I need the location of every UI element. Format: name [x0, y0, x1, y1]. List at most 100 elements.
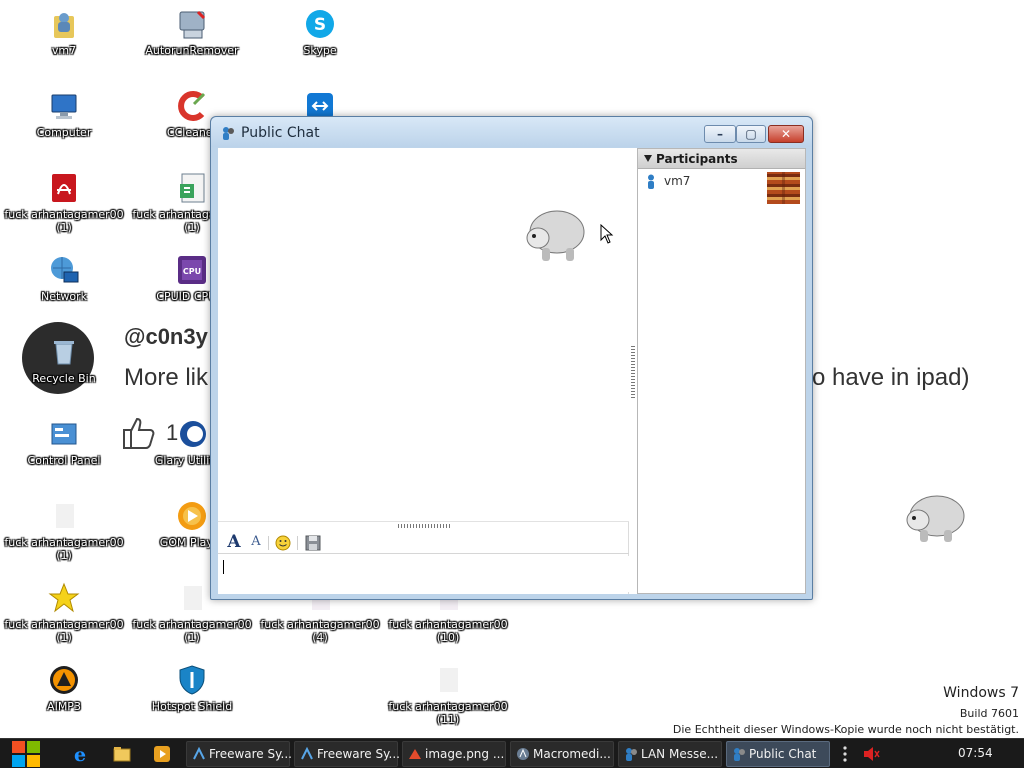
horizontal-splitter-handle[interactable]	[398, 524, 452, 528]
cpuz-icon: CPU	[176, 254, 208, 286]
desktop-icon-autorunremover[interactable]: AutorunRemover	[132, 8, 252, 57]
message-input[interactable]	[220, 556, 629, 592]
script-file-icon	[176, 172, 208, 204]
desktop-icon-vm7[interactable]: vm7	[4, 8, 124, 57]
mouse-cursor-icon	[600, 224, 614, 244]
desktop-icon-label: AIMP3	[47, 700, 81, 713]
font-color-button[interactable]: A	[246, 533, 266, 551]
dreamweaver-icon	[301, 747, 313, 760]
desktop-icon-aimp3[interactable]: AIMP3	[4, 664, 124, 713]
desktop-icon-file-1[interactable]: fuck arhantagamer00 (1)	[4, 172, 124, 234]
lan-messenger-icon	[223, 127, 234, 140]
image-icon	[409, 749, 421, 759]
user-status-icon	[648, 174, 654, 189]
toolbar-separator	[297, 536, 298, 550]
maximize-button[interactable]: ▢	[736, 125, 766, 143]
maximize-icon: ▢	[745, 127, 757, 141]
control-panel-icon	[48, 418, 80, 450]
participant-name: vm7	[664, 174, 691, 188]
svg-text:e: e	[74, 744, 86, 764]
start-button-windows-icon[interactable]	[8, 739, 44, 768]
aimp-icon	[48, 664, 80, 696]
file-explorer-icon[interactable]	[112, 744, 132, 764]
blank-file-icon	[432, 664, 464, 696]
desktop-icon-label: Hotspot Shield	[151, 700, 233, 713]
computer-icon	[48, 90, 80, 122]
blank-file-icon	[48, 500, 80, 532]
taskbar: e Freeware Sy... Freeware Sy... image.pn…	[0, 738, 1024, 768]
activation-notice-text: Die Echtheit dieser Windows-Kopie wurde …	[672, 723, 1019, 736]
font-button[interactable]: A	[224, 533, 244, 551]
lan-messenger-icon	[734, 748, 745, 761]
message-history[interactable]	[218, 148, 629, 522]
participant-item[interactable]: vm7	[638, 171, 805, 205]
window-client-area: A A Participants vm7	[218, 148, 806, 594]
desktop-icon-label: Computer	[36, 126, 92, 139]
desktop-icon-label: Recycle Bin	[32, 372, 96, 385]
macromedia-icon	[517, 748, 529, 760]
bear-mascot-icon	[906, 495, 965, 542]
skype-icon: S	[304, 8, 336, 40]
desktop-icon-label: fuck arhantagamer00 (11)	[388, 700, 508, 726]
network-icon	[48, 254, 80, 286]
taskbar-button-image[interactable]: image.png ...	[402, 741, 506, 767]
taskbar-clock[interactable]: 07:54	[958, 746, 993, 760]
svg-text:S: S	[314, 15, 326, 35]
participants-header[interactable]: Participants	[638, 149, 805, 169]
desktop-icon-label: vm7	[51, 44, 77, 57]
desktop-icon-label: fuck arhantagamer00 (4)	[260, 618, 380, 644]
close-button[interactable]: ✕	[768, 125, 804, 143]
desktop-icon-label: fuck arhantagamer00 (1)	[132, 618, 252, 644]
minimize-icon: –	[717, 127, 723, 141]
desktop-icon-label: fuck arhantagamer00 (1)	[4, 618, 124, 644]
window-title: Public Chat	[241, 125, 320, 141]
desktop-icon-file-4[interactable]: fuck arhantagamer00 (1)	[4, 582, 124, 644]
desktop-icon-label: Network	[41, 290, 87, 303]
background-ipad-text: o have in ipad)	[812, 364, 970, 391]
background-handle-text: @c0n3y	[124, 324, 208, 349]
desktop-icon-label: Control Panel	[27, 454, 101, 467]
toolbar-separator	[268, 536, 269, 550]
desktop-icon-computer[interactable]: Computer	[4, 90, 124, 139]
desktop-icon-network[interactable]: Network	[4, 254, 124, 303]
desktop-icon-hotspot-shield[interactable]: Hotspot Shield	[132, 664, 252, 713]
blank-file-icon	[176, 582, 208, 614]
lan-messenger-icon	[626, 748, 637, 761]
public-chat-window[interactable]: Public Chat – ▢ ✕ A A Participants vm7	[210, 116, 813, 600]
smiley-icon	[275, 535, 291, 551]
participants-label: Participants	[656, 152, 738, 166]
svg-text:CPU: CPU	[183, 267, 201, 276]
desktop-icon-file-3[interactable]: fuck arhantagamer00 (1)	[4, 500, 124, 562]
desktop-icon-control-panel[interactable]: Control Panel	[4, 418, 124, 467]
desktop-icon-label: fuck arhantagamer00 (1)	[4, 536, 124, 562]
chat-pane: A A	[218, 148, 629, 594]
window-titlebar[interactable]: Public Chat – ▢ ✕	[211, 117, 812, 147]
desktop-icon-skype[interactable]: S Skype	[260, 8, 380, 57]
font-color-icon: A	[251, 534, 261, 549]
taskbar-button-public-chat[interactable]: Public Chat	[726, 741, 830, 767]
vertical-splitter-handle[interactable]	[631, 344, 635, 398]
media-player-icon[interactable]	[152, 744, 172, 764]
desktop-icon-file-8[interactable]: fuck arhantagamer00 (11)	[388, 664, 508, 726]
taskbar-button-macromedia[interactable]: Macromedi...	[510, 741, 614, 767]
volume-muted-icon[interactable]	[862, 746, 880, 762]
background-more-text: More lik	[124, 364, 209, 391]
collapse-arrow-icon	[644, 155, 652, 162]
taskbar-button-freeware-1[interactable]: Freeware Sy...	[186, 741, 292, 767]
format-toolbar: A A	[218, 530, 629, 554]
minimize-button[interactable]: –	[704, 125, 736, 143]
desktop-icon-recycle-bin[interactable]: Recycle Bin	[4, 336, 124, 385]
desktop-icon-label: fuck arhantagamer00 (10)	[388, 618, 508, 644]
desktop-icon-label: Skype	[303, 44, 337, 57]
internet-explorer-icon[interactable]: e	[70, 744, 90, 764]
save-button[interactable]	[303, 533, 323, 551]
font-icon: A	[227, 532, 241, 552]
shield-icon	[176, 664, 208, 696]
participants-panel: Participants vm7	[637, 148, 806, 594]
windows-version-text: Windows 7	[943, 685, 1019, 701]
taskbar-button-lan-messenger[interactable]: LAN Messe...	[618, 741, 722, 767]
taskbar-button-freeware-2[interactable]: Freeware Sy...	[294, 741, 400, 767]
emoticon-button[interactable]	[273, 533, 293, 551]
gom-player-icon	[176, 500, 208, 532]
tray-overflow-icon[interactable]	[843, 745, 847, 763]
